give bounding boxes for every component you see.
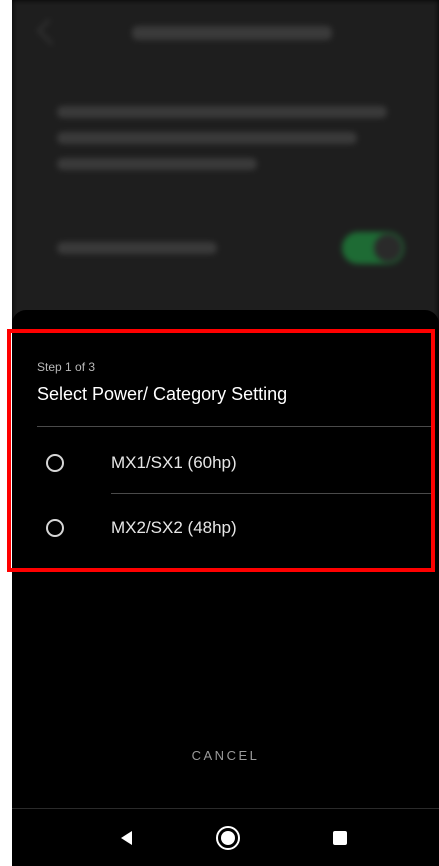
option-divider xyxy=(111,493,433,494)
option-label: MX1/SX1 (60hp) xyxy=(111,453,237,472)
step-indicator: Step 1 of 3 xyxy=(37,360,96,374)
background-text-placeholder xyxy=(57,132,357,144)
option-mx1-sx1[interactable]: MX1/SX1 (60hp) xyxy=(12,431,439,497)
option-label: MX2/SX2 (48hp) xyxy=(111,518,237,537)
recents-square-icon[interactable] xyxy=(326,824,354,852)
home-circle-icon[interactable] xyxy=(214,824,242,852)
radio-button[interactable] xyxy=(46,454,64,472)
background-title-placeholder xyxy=(132,26,332,40)
sheet-bottom-divider xyxy=(12,808,439,809)
android-navigation-bar xyxy=(12,810,439,866)
title-divider xyxy=(37,426,433,427)
bottom-sheet-dialog: Step 1 of 3 Select Power/ Category Setti… xyxy=(12,310,439,810)
background-text-placeholder xyxy=(57,158,257,170)
background-text-placeholder xyxy=(57,106,387,118)
radio-button[interactable] xyxy=(46,519,64,537)
background-toggle-knob xyxy=(374,234,402,262)
background-toggle xyxy=(342,232,404,264)
blurred-background-screen xyxy=(12,0,439,320)
back-triangle-icon[interactable] xyxy=(113,824,141,852)
phone-screen: Step 1 of 3 Select Power/ Category Setti… xyxy=(12,0,439,866)
background-setting-label-placeholder xyxy=(57,242,217,254)
background-back-icon xyxy=(37,19,63,45)
dialog-title: Select Power/ Category Setting xyxy=(37,384,288,404)
option-mx2-sx2[interactable]: MX2/SX2 (48hp) xyxy=(12,496,439,562)
cancel-button[interactable]: CANCEL xyxy=(12,748,439,763)
